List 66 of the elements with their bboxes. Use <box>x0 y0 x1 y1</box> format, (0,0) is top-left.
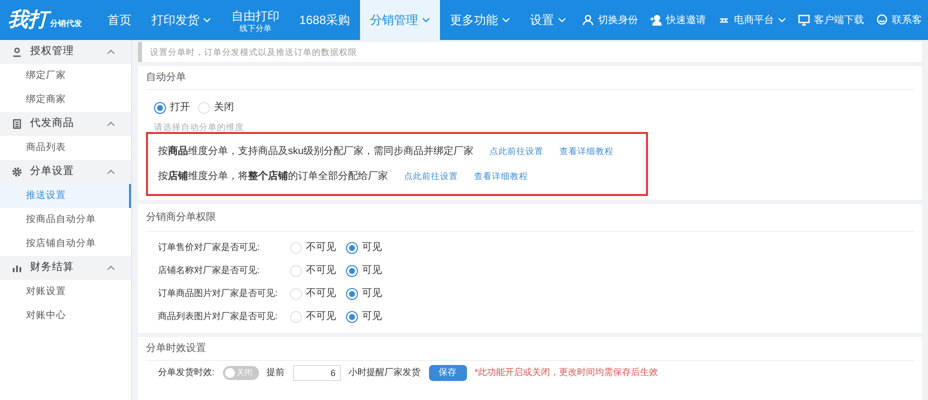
nav-tab[interactable]: 1688采购 <box>289 0 360 40</box>
nav-tab[interactable]: 自由打印 线下分单 <box>221 0 290 40</box>
link[interactable]: 点此前往设置 <box>490 144 544 158</box>
dimension-text: 按商品维度分单，支持商品及sku级别分配厂家，需同步商品并绑定厂家 <box>158 144 474 158</box>
collapse-caret-icon <box>107 49 115 55</box>
link[interactable]: 查看详细教程 <box>474 170 528 182</box>
sidebar-item[interactable]: 对账设置 <box>0 280 131 304</box>
collapse-caret-icon <box>107 169 115 175</box>
sidebar-group-header[interactable]: 代发商品 <box>0 112 131 136</box>
sidebar-item[interactable]: 绑定厂家 <box>0 64 131 88</box>
sidebar-group-header[interactable]: 授权管理 <box>0 40 131 64</box>
radio-option[interactable]: 可见 <box>346 286 382 301</box>
logo-subtitle: 分销代发 <box>50 19 82 28</box>
notice-bar: 设置分单时，订单分发模式以及推送订单的数据权限 <box>138 42 922 62</box>
header-link[interactable]: 快速邀请 <box>644 0 712 40</box>
user-icon <box>12 47 22 57</box>
radio-option[interactable]: 不可见 <box>290 286 336 301</box>
document-icon <box>12 119 22 129</box>
radio-option[interactable]: 可见 <box>346 263 382 278</box>
setting-label: 商品列表图片对厂家是否可见: <box>158 310 279 323</box>
header-link[interactable]: 切换身份 <box>576 0 644 40</box>
sidebar-group-header[interactable]: 财务结算 <box>0 256 131 280</box>
sidebar-group-header[interactable]: 分单设置 <box>0 160 131 184</box>
header-link[interactable]: 电商平台 <box>712 0 792 40</box>
setting-label: 订单售价对厂家是否可见: <box>158 240 261 254</box>
collapse-caret-icon <box>107 265 115 271</box>
monitor-icon <box>798 14 810 26</box>
setting-label: 订单商品图片对厂家是否可见: <box>158 286 279 300</box>
hours-field[interactable]: 6 <box>292 364 341 380</box>
radio-option[interactable]: 可见 <box>346 309 382 324</box>
chat-icon <box>876 14 888 26</box>
sidebar-item[interactable]: 商品列表 <box>0 136 131 160</box>
bar-chart-icon <box>12 263 22 273</box>
header-link[interactable]: 联系客 <box>870 0 928 40</box>
radio-option[interactable]: 不可见 <box>290 263 336 278</box>
radio-option[interactable]: 打开 <box>154 100 190 115</box>
section-title: 分单时效设置 <box>146 336 914 360</box>
setting-label: 店铺名称对厂家是否可见: <box>158 264 261 277</box>
section-title: 自动分单 <box>146 66 914 90</box>
add-user-icon <box>650 14 662 26</box>
sidebar-item[interactable]: 按商品自动分单 <box>0 208 131 232</box>
header-link[interactable]: 客户端下载 <box>792 0 870 40</box>
nav-tab[interactable]: 设置 <box>520 0 576 40</box>
user-icon <box>582 14 594 26</box>
dimension-text: 按店铺维度分单，将整个店铺的订单全部分配给厂家 <box>158 169 388 184</box>
nav-tab[interactable]: 首页 <box>97 0 142 40</box>
prefix-text: 提前 <box>266 366 285 379</box>
radio-option[interactable]: 不可见 <box>290 240 336 255</box>
radio-option[interactable]: 可见 <box>346 240 382 255</box>
link[interactable]: 点此前往设置 <box>404 170 458 182</box>
radio-option[interactable]: 不可见 <box>290 309 336 324</box>
sidebar-item[interactable]: 按店铺自动分单 <box>0 232 131 256</box>
section-title: 分销商分单权限 <box>146 204 914 232</box>
radio-option[interactable]: 关闭 <box>198 100 234 115</box>
settings-icon <box>12 167 22 177</box>
setting-label: 分单发货时效: <box>158 366 215 379</box>
sidebar-item[interactable]: 绑定商家 <box>0 88 131 112</box>
hint-text: 请选择自动分单的维度 <box>153 121 245 132</box>
sidebar-item[interactable]: 对账中心 <box>0 304 131 328</box>
link[interactable]: 查看详细教程 <box>560 144 614 158</box>
save-button[interactable]: 保存 <box>428 364 467 380</box>
nav-tab[interactable]: 更多功能 <box>440 0 520 40</box>
suffix-text: 小时提醒厂家发货 <box>348 366 421 379</box>
note-text: *此功能开启或关闭，更改时间均需保存后生效 <box>474 366 658 379</box>
collapse-caret-icon <box>107 121 115 127</box>
nav-tab[interactable]: 打印发货 <box>141 0 222 40</box>
